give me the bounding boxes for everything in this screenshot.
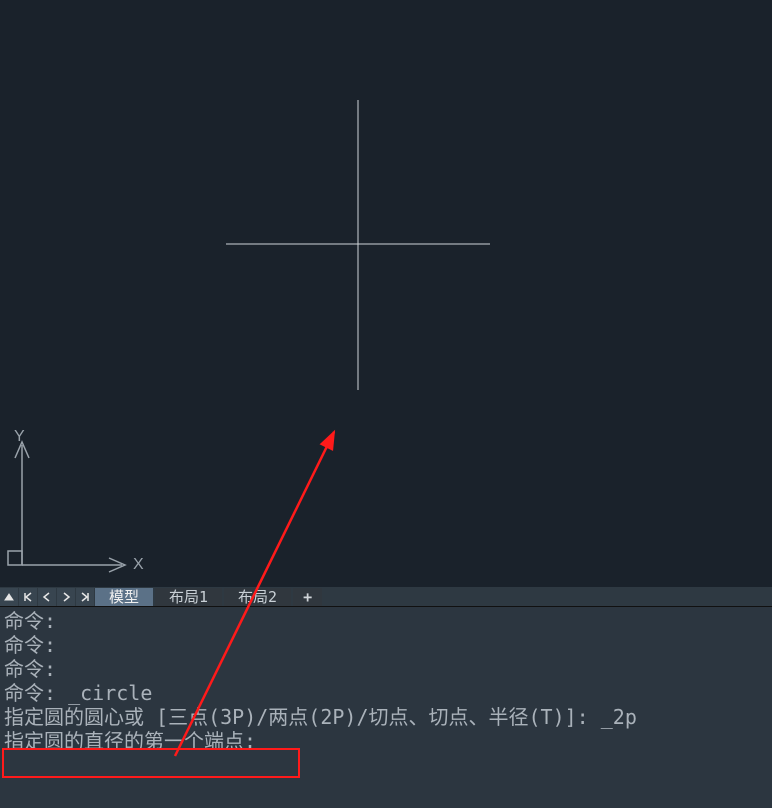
tab-model[interactable]: 模型	[95, 588, 153, 606]
console-line: 命令:	[4, 609, 56, 633]
ucs-y-label: Y	[14, 428, 25, 446]
console-line: 指定圆的圆心或 [三点(3P)/两点(2P)/切点、切点、半径(T)]: _2p	[4, 705, 637, 729]
console-line: 命令: _circle	[4, 681, 152, 705]
tab-layout-2[interactable]: 布局2	[224, 588, 291, 606]
tab-add-layout[interactable]: +	[293, 588, 322, 606]
console-prompt: 指定圆的直径的第一个端点:	[4, 729, 256, 753]
tab-layout-1[interactable]: 布局1	[155, 588, 222, 606]
console-line: 命令:	[4, 657, 56, 681]
tab-menu-button[interactable]	[0, 588, 18, 606]
tab-last-button[interactable]	[76, 588, 94, 606]
tab-next-button[interactable]	[57, 588, 75, 606]
tab-first-button[interactable]	[19, 588, 37, 606]
console-line: 命令:	[4, 633, 56, 657]
ucs-x-label: X	[133, 556, 144, 574]
layout-tab-bar: 模型 布局1 布局2 +	[0, 587, 772, 607]
command-line-window[interactable]: 命令: 命令: 命令: 命令: _circle 指定圆的圆心或 [三点(3P)/…	[0, 607, 772, 808]
tab-prev-button[interactable]	[38, 588, 56, 606]
drawing-area[interactable]: Y X	[0, 0, 772, 587]
